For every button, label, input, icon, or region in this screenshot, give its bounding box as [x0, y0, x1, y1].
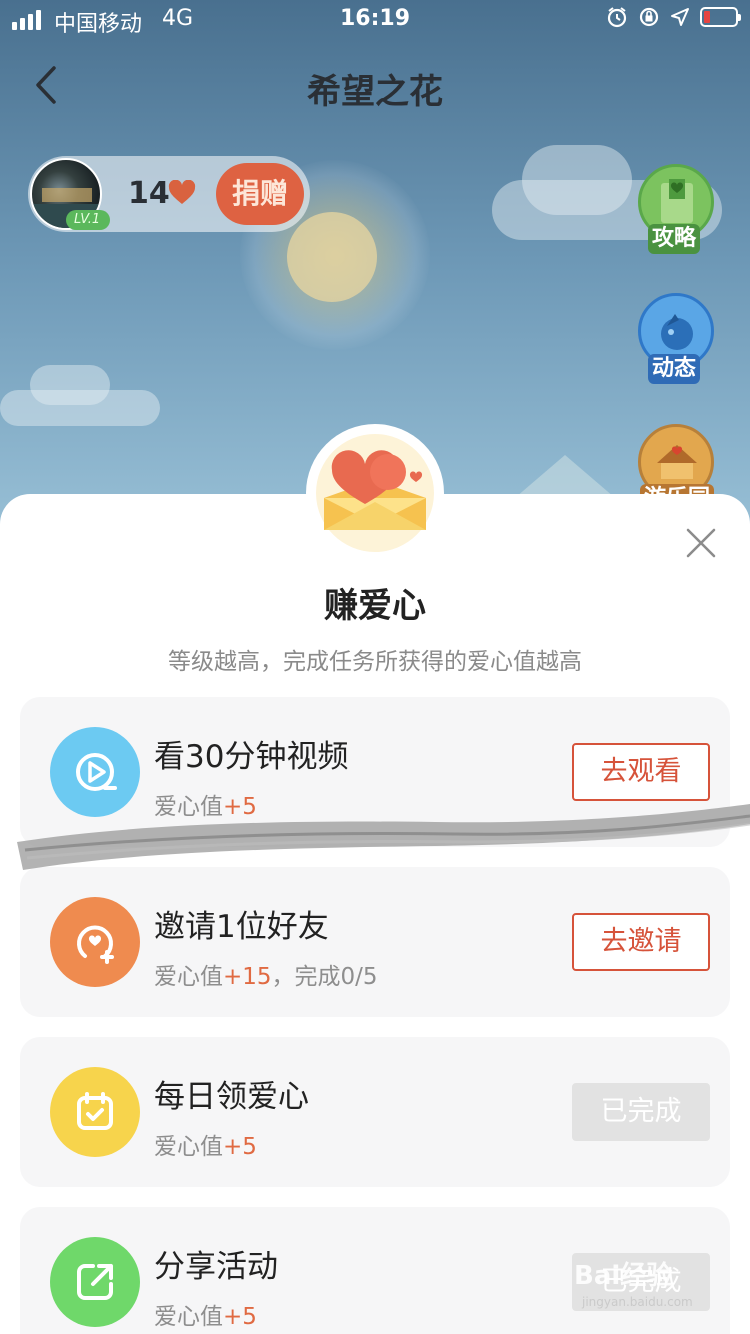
- sheet-subtitle: 等级越高，完成任务所获得的爱心值越高: [168, 649, 582, 675]
- sun: [287, 212, 377, 302]
- page-title: 希望之花: [307, 72, 443, 112]
- rotation-lock-icon: [639, 7, 659, 27]
- task-icon-bg: [50, 897, 140, 987]
- task-name: 邀请1位好友: [154, 909, 329, 945]
- location-icon: [671, 8, 689, 26]
- alarm-icon: [607, 7, 627, 28]
- level-badge: LV.1: [66, 210, 111, 230]
- task-reward: 爱心值+5: [154, 794, 257, 820]
- watch-button[interactable]: 去观看: [572, 743, 710, 801]
- battery-icon: [700, 7, 741, 27]
- close-icon[interactable]: [684, 526, 718, 560]
- heart-icon: [168, 180, 196, 204]
- task-reward: 爱心值+5: [154, 1134, 257, 1160]
- heart-envelope-icon: [324, 450, 426, 530]
- news-label: 动态: [648, 354, 701, 384]
- task-icon-bg: [50, 1237, 140, 1327]
- task-card: 每日领爱心 爱心值+5 已完成: [20, 1037, 730, 1187]
- sheet-badge: [310, 428, 440, 558]
- cloud: [30, 365, 110, 405]
- completed-button: 已完成: [572, 1083, 710, 1141]
- guide-label: 攻略: [648, 224, 701, 254]
- task-icon-bg: [50, 727, 140, 817]
- news-feed-icon: [661, 314, 693, 350]
- cloud: [522, 145, 632, 215]
- task-name: 看30分钟视频: [154, 739, 349, 775]
- task-name: 每日领爱心: [154, 1079, 309, 1115]
- task-reward: 爱心值+5: [154, 1304, 257, 1330]
- watermark-logo: Bai经验 jingyan.baidu.com: [574, 1261, 693, 1309]
- invite-button[interactable]: 去邀请: [572, 913, 710, 971]
- sheet-title: 赚爱心: [324, 586, 426, 626]
- calendar-check-icon: [77, 1092, 113, 1130]
- status-bar: 中国移动 4G 16:19: [0, 0, 750, 40]
- donate-button[interactable]: 捐赠: [216, 163, 304, 225]
- task-card: 邀请1位好友 爱心值+15，完成0/5 去邀请: [20, 867, 730, 1017]
- task-card: 看30分钟视频 爱心值+5 去观看: [20, 697, 730, 847]
- task-name: 分享活动: [154, 1249, 278, 1285]
- task-icon-bg: [50, 1067, 140, 1157]
- heart-count: 14: [128, 176, 170, 211]
- task-reward: 爱心值+15，完成0/5: [154, 964, 378, 990]
- share-icon: [77, 1264, 113, 1300]
- invite-friend-icon: [77, 925, 114, 964]
- video-play-icon: [76, 753, 117, 791]
